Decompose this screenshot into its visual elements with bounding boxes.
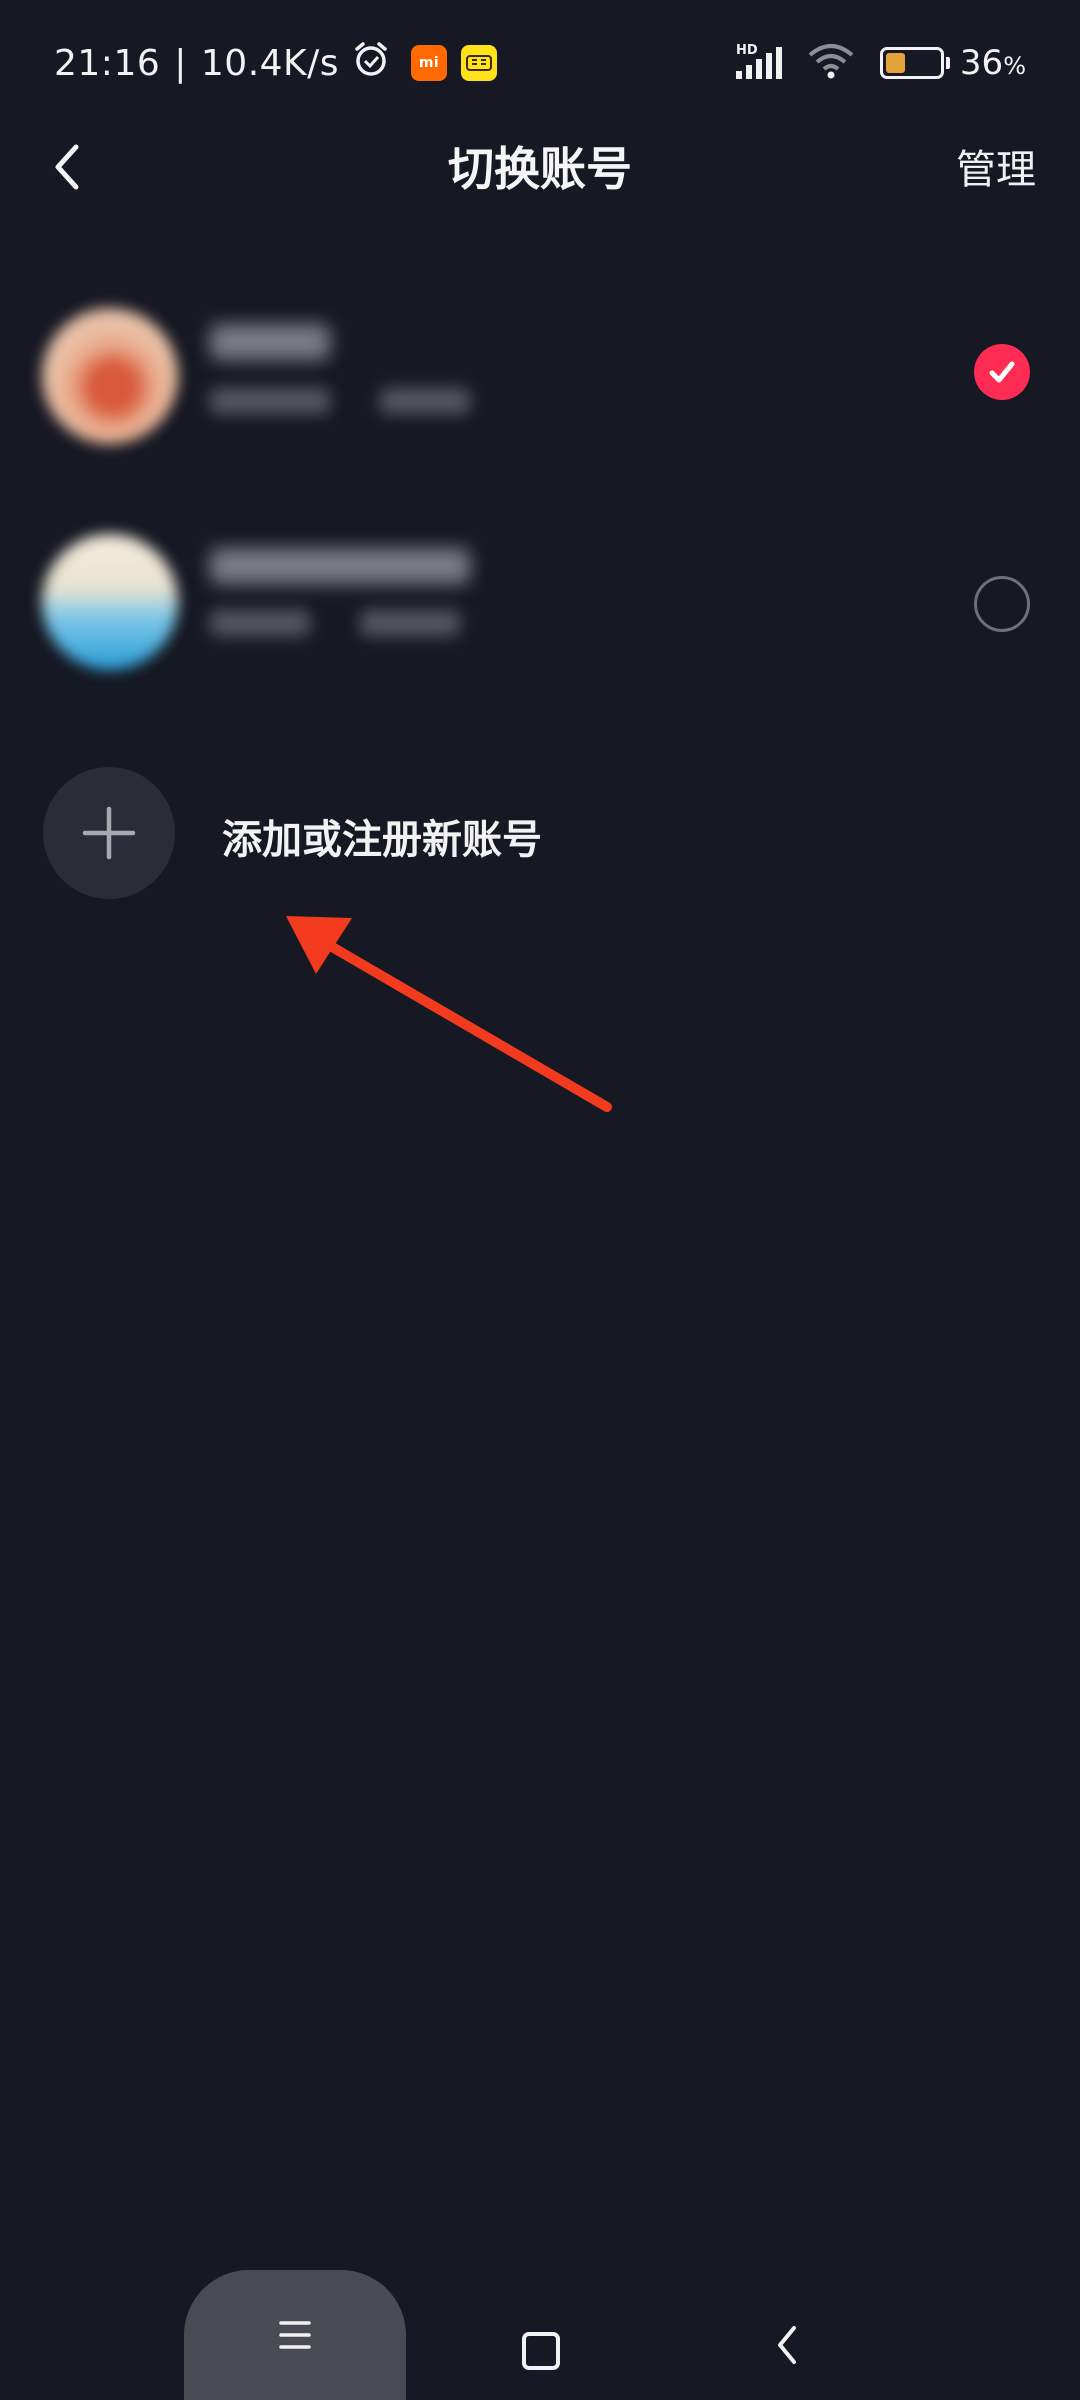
xianyu-app-icon: [461, 45, 498, 81]
manage-button[interactable]: 管理: [956, 137, 1036, 195]
back-icon[interactable]: [770, 2322, 806, 2372]
wifi-icon: [806, 41, 856, 85]
plus-icon: [82, 806, 136, 860]
account-info-blurred: [380, 388, 470, 414]
page-title: 切换账号: [448, 142, 632, 196]
status-left: 21:16 | 10.4K/s mi: [54, 38, 498, 88]
account-info-blurred: [210, 610, 310, 636]
account-name-blurred: [210, 324, 330, 360]
avatar: [42, 308, 178, 444]
signal-icon: HD: [734, 41, 794, 85]
account-name-blurred: [210, 548, 470, 584]
network-speed: 10.4K/s: [200, 42, 340, 84]
status-bar: 21:16 | 10.4K/s mi HD 36%: [0, 0, 1080, 125]
battery-icon: [879, 47, 950, 79]
status-time: 21:16: [54, 42, 161, 84]
add-account-row[interactable]: 添加或注册新账号: [0, 765, 1080, 905]
status-right: HD 36%: [734, 38, 1026, 88]
annotation-arrow: [270, 900, 620, 1124]
battery-level: [885, 53, 905, 73]
system-nav-bar: [0, 2260, 1080, 2400]
avatar: [42, 534, 178, 670]
home-icon[interactable]: [522, 2332, 560, 2370]
battery-percentage: 36%: [959, 43, 1026, 83]
menu-icon: [279, 2321, 311, 2349]
add-account-label: 添加或注册新账号: [222, 817, 542, 863]
alarm-icon: [351, 39, 391, 88]
menu-button[interactable]: [184, 2270, 406, 2400]
unselected-radio-icon[interactable]: [974, 576, 1030, 632]
status-separator: |: [174, 42, 187, 84]
header: 切换账号 管理: [0, 125, 1080, 209]
account-row-1[interactable]: [0, 300, 1080, 450]
xiaomi-app-icon: mi: [411, 45, 448, 81]
selected-check-icon[interactable]: [974, 344, 1030, 400]
account-info-blurred: [360, 610, 460, 636]
account-row-2[interactable]: [0, 526, 1080, 676]
account-info-blurred: [210, 388, 330, 414]
signal-label: HD: [736, 43, 758, 58]
add-account-button[interactable]: [43, 767, 175, 899]
